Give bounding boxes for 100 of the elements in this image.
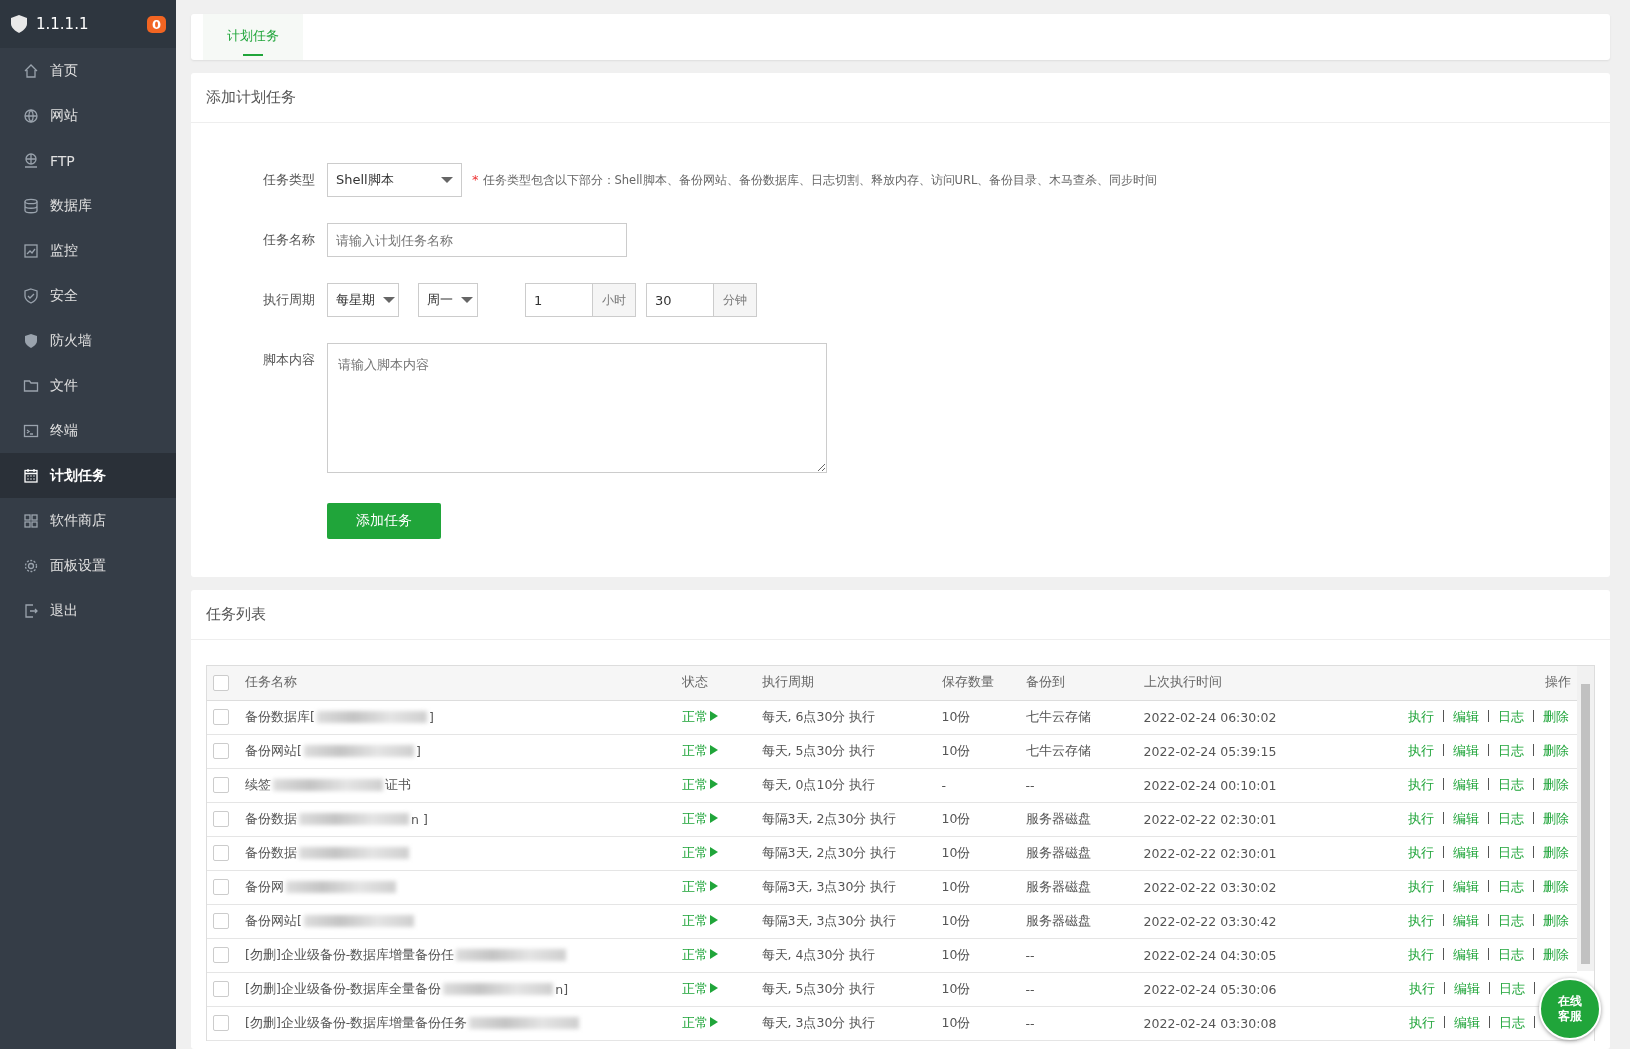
action-link[interactable]: 编辑 <box>1453 912 1479 928</box>
cycle-dropdown[interactable]: 每星期 <box>327 283 399 317</box>
task-name-field[interactable]: 请输入计划任务名称 <box>327 223 627 257</box>
panel-title: 添加计划任务 <box>191 73 1610 123</box>
action-link[interactable]: 编辑 <box>1453 844 1479 860</box>
action-link[interactable]: 删除 <box>1543 878 1569 894</box>
action-link[interactable]: 编辑 <box>1453 810 1479 826</box>
task-name: 备份数据库[ <box>245 708 315 726</box>
hour-field[interactable]: 1 <box>525 283 593 317</box>
action-link[interactable]: 日志 <box>1498 776 1524 792</box>
play-icon <box>709 846 718 857</box>
action-link[interactable]: 删除 <box>1543 844 1569 860</box>
action-link[interactable]: 执行 <box>1408 810 1434 826</box>
status-link[interactable]: 正常 <box>681 980 718 996</box>
action-link[interactable]: 删除 <box>1543 708 1569 724</box>
checkbox[interactable] <box>213 947 229 963</box>
sidebar-item[interactable]: 首页 <box>0 48 176 93</box>
checkbox[interactable] <box>213 845 229 861</box>
sidebar-item[interactable]: 软件商店 <box>0 498 176 543</box>
status-link[interactable]: 正常 <box>681 844 718 860</box>
action-link[interactable]: 执行 <box>1409 980 1435 996</box>
checkbox[interactable] <box>213 981 229 997</box>
table-cell: 10份 <box>935 802 1020 836</box>
task-type-dropdown[interactable]: Shell脚本 <box>327 163 462 197</box>
action-link[interactable]: 执行 <box>1408 946 1434 962</box>
action-link[interactable]: 日志 <box>1498 810 1524 826</box>
action-link[interactable]: 日志 <box>1498 742 1524 758</box>
table-cell: -- <box>1019 1006 1138 1040</box>
sidebar-item[interactable]: 面板设置 <box>0 543 176 588</box>
table-cell: 2022-02-22 02:30:01 <box>1137 802 1358 836</box>
add-task-button[interactable]: 添加任务 <box>327 503 441 539</box>
status-link[interactable]: 正常 <box>681 810 718 826</box>
action-link[interactable]: 删除 <box>1543 912 1569 928</box>
action-link[interactable]: 删除 <box>1543 946 1569 962</box>
action-link[interactable]: 编辑 <box>1453 708 1479 724</box>
table-cell: 2022-02-24 05:39:15 <box>1137 734 1358 768</box>
status-link[interactable]: 正常 <box>681 946 718 962</box>
action-link[interactable]: 日志 <box>1499 1014 1525 1030</box>
script-field[interactable]: 请输入脚本内容 <box>327 343 827 473</box>
shield-icon <box>23 332 39 349</box>
shield-icon <box>23 287 39 304</box>
checkbox[interactable] <box>213 879 229 895</box>
action-link[interactable]: 执行 <box>1408 708 1434 724</box>
status-link[interactable]: 正常 <box>681 708 718 724</box>
status-link[interactable]: 正常 <box>681 912 718 928</box>
action-link[interactable]: 执行 <box>1408 742 1434 758</box>
checkbox[interactable] <box>213 777 229 793</box>
table-cell: 10份 <box>935 938 1020 972</box>
sidebar-item[interactable]: 防火墙 <box>0 318 176 363</box>
sidebar-item[interactable]: 终端 <box>0 408 176 453</box>
sidebar-item[interactable]: 安全 <box>0 273 176 318</box>
scrollbar-thumb[interactable] <box>1581 684 1590 964</box>
table-cell: 服务器磁盘 <box>1019 870 1138 904</box>
tab[interactable]: 计划任务 <box>203 14 303 60</box>
sidebar-item[interactable]: FTP <box>0 138 176 183</box>
minute-field[interactable]: 30 <box>646 283 714 317</box>
action-link[interactable]: 日志 <box>1498 878 1524 894</box>
action-link[interactable]: 日志 <box>1499 980 1525 996</box>
action-link[interactable]: 编辑 <box>1454 980 1480 996</box>
sidebar-item[interactable]: 网站 <box>0 93 176 138</box>
action-link[interactable]: 日志 <box>1498 946 1524 962</box>
action-link[interactable]: 编辑 <box>1453 878 1479 894</box>
play-icon <box>709 948 718 959</box>
checkbox[interactable] <box>213 674 229 691</box>
hint-text: 任务类型包含以下部分：Shell脚本、备份网站、备份数据库、日志切割、释放内存、访问URL、备份目录、木马查杀、同步时间 <box>482 172 1158 189</box>
action-link[interactable]: 编辑 <box>1454 1014 1480 1030</box>
sidebar-item[interactable]: 文件 <box>0 363 176 408</box>
notification-badge: 0 <box>146 15 166 33</box>
action-link[interactable]: 编辑 <box>1453 742 1479 758</box>
action-link[interactable]: 执行 <box>1408 844 1434 860</box>
action-link[interactable]: 编辑 <box>1453 946 1479 962</box>
checkbox[interactable] <box>213 913 229 929</box>
action-link[interactable]: 执行 <box>1408 912 1434 928</box>
status-link[interactable]: 正常 <box>681 878 718 894</box>
table-cell: 10份 <box>935 734 1020 768</box>
action-link[interactable]: 日志 <box>1498 912 1524 928</box>
action-link[interactable]: 删除 <box>1543 776 1569 792</box>
scrollbar[interactable] <box>1577 666 1594 971</box>
sidebar-item[interactable]: 计划任务 <box>0 453 176 498</box>
field-label: 脚本内容 <box>263 351 316 369</box>
action-link[interactable]: 执行 <box>1408 878 1434 894</box>
action-link[interactable]: 删除 <box>1543 810 1569 826</box>
sidebar-item[interactable]: 退出 <box>0 588 176 633</box>
action-link[interactable]: 编辑 <box>1453 776 1479 792</box>
checkbox[interactable] <box>213 709 229 725</box>
status-link[interactable]: 正常 <box>681 776 718 792</box>
action-link[interactable]: 执行 <box>1409 1014 1435 1030</box>
action-link[interactable]: 日志 <box>1498 708 1524 724</box>
action-link[interactable]: 执行 <box>1408 776 1434 792</box>
checkbox[interactable] <box>213 1015 229 1031</box>
checkbox[interactable] <box>213 811 229 827</box>
action-link[interactable]: 日志 <box>1498 844 1524 860</box>
weekday-dropdown[interactable]: 周一 <box>418 283 478 317</box>
sidebar-item[interactable]: 监控 <box>0 228 176 273</box>
status-link[interactable]: 正常 <box>681 742 718 758</box>
checkbox[interactable] <box>213 743 229 759</box>
sidebar-item[interactable]: 数据库 <box>0 183 176 228</box>
action-link[interactable]: 删除 <box>1543 742 1569 758</box>
shield-icon <box>10 14 28 34</box>
status-link[interactable]: 正常 <box>681 1014 718 1030</box>
